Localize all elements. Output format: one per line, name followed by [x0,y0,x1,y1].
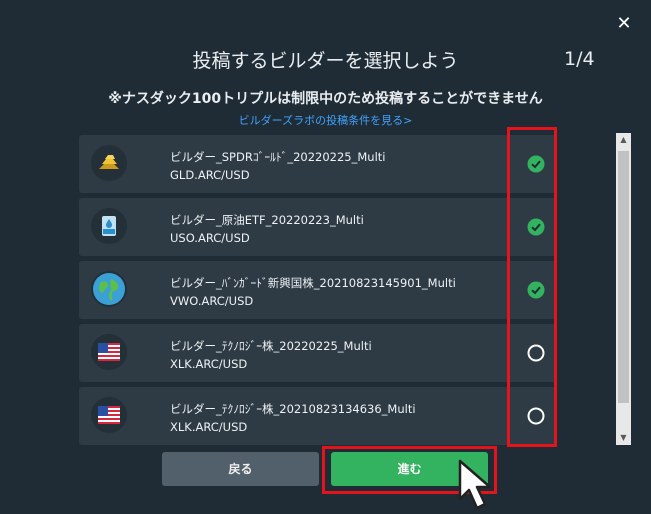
builder-ticker: XLK.ARC/USD [170,420,248,434]
builder-ticker: VWO.ARC/USD [170,294,254,308]
builder-name: ビルダー_ﾃｸﾉﾛｼﾞｰ株_20220225_Multi [170,339,372,353]
scrollbar-thumb[interactable] [618,151,629,403]
back-button[interactable]: 戻る [162,452,319,486]
builder-row[interactable]: ビルダー_ﾃｸﾉﾛｼﾞｰ株_20210823134636_Multi XLK.A… [79,387,556,445]
gold-bars-icon [91,145,127,181]
builder-row[interactable]: ビルダー_ﾊﾞﾝｶﾞｰﾄﾞ新興国株_20210823145901_Multi V… [79,261,556,319]
scroll-down-arrow-icon[interactable]: ▼ [616,431,631,445]
scroll-up-arrow-icon[interactable]: ▲ [616,133,631,147]
dialog-title: 投稿するビルダーを選択しよう [192,50,459,72]
selection-highlight-box [507,127,557,447]
mouse-pointer-icon [456,459,502,511]
us-flag-icon [91,397,127,433]
builder-name: ビルダー_ﾊﾞﾝｶﾞｰﾄﾞ新興国株_20210823145901_Multi [170,276,456,290]
builder-name: ビルダー_SPDRｺﾞｰﾙﾄﾞ_20220225_Multi [170,150,386,164]
posting-conditions-link[interactable]: ビルダーズラボの投稿条件を見る> [0,112,651,128]
restriction-notice: ※ナスダック100トリプルは制限中のため投稿することができません [108,91,543,107]
oil-barrel-icon [91,208,127,244]
close-button[interactable]: ✕ [614,14,634,34]
builder-row[interactable]: ビルダー_SPDRｺﾞｰﾙﾄﾞ_20220225_Multi GLD.ARC/U… [79,135,556,193]
builder-ticker: USO.ARC/USD [170,231,250,245]
builder-name: ビルダー_原油ETF_20220223_Multi [170,213,364,227]
builder-row[interactable]: ビルダー_ﾃｸﾉﾛｼﾞｰ株_20220225_Multi XLK.ARC/USD [79,324,556,382]
vertical-scrollbar[interactable]: ▲ ▼ [616,133,631,445]
builder-name: ビルダー_ﾃｸﾉﾛｼﾞｰ株_20210823134636_Multi [170,402,416,416]
builder-row[interactable]: ビルダー_原油ETF_20220223_Multi USO.ARC/USD [79,198,556,256]
builder-list: ビルダー_SPDRｺﾞｰﾙﾄﾞ_20220225_Multi GLD.ARC/U… [79,133,556,445]
globe-icon [91,271,127,307]
step-indicator: 1/4 [564,48,595,70]
builder-ticker: GLD.ARC/USD [170,168,250,182]
builder-ticker: XLK.ARC/USD [170,357,248,371]
us-flag-icon [91,334,127,370]
